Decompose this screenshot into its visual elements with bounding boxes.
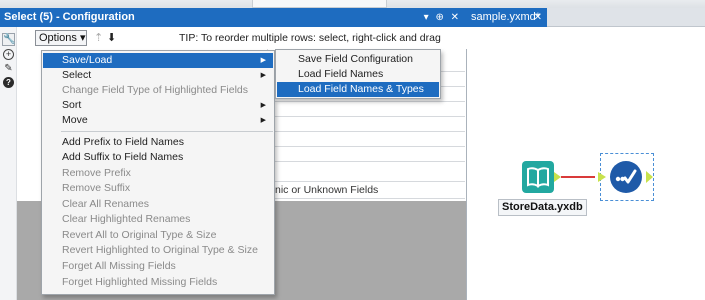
menu-item-save-load[interactable]: Save/Load ▶ [43,53,273,68]
input-tool-label: StoreData.yxdb [498,199,587,216]
submenu-item-save-field-configuration[interactable]: Save Field Configuration [277,52,439,67]
unknown-fields-row-text[interactable]: nic or Unknown Fields [275,184,378,196]
menu-item-label: Move [62,114,88,126]
menu-item-sort[interactable]: Sort ▶ [43,98,273,113]
submenu-arrow-icon: ▶ [260,117,266,124]
menu-item-label: Save/Load [62,54,113,66]
menu-item-label: Clear Highlighted Renames [62,213,191,225]
menu-item-label: Clear All Renames [62,198,149,210]
menu-item-label: Add Suffix to Field Names [62,151,184,163]
menu-separator [61,131,273,132]
input-data-tool[interactable] [522,161,554,193]
output-anchor[interactable] [554,172,561,182]
close-icon[interactable]: ✕ [534,8,542,27]
submenu-item-load-field-names-types[interactable]: Load Field Names & Types [277,82,439,97]
title-bar-controls[interactable]: ▾ ⊕ ✕ [424,8,461,27]
menu-item-add-prefix[interactable]: Add Prefix to Field Names [43,135,273,150]
menu-item-label: Forget Highlighted Missing Fields [62,276,218,288]
config-side-toolbar: 🔧 + ✎ ? [0,27,17,300]
menu-item-forget-highlighted-missing[interactable]: Forget Highlighted Missing Fields [43,275,273,290]
select-tool[interactable] [610,161,642,193]
options-toolbar: Options ▾ ⇡ ⬇ TIP: To reorder multiple r… [17,27,467,49]
menu-item-label: Remove Prefix [62,167,131,179]
select-check-icon [615,169,637,184]
config-title-bar: Select (5) - Configuration ▾ ⊕ ✕ [0,8,467,27]
background-window-strip [0,0,705,8]
move-up-icon[interactable]: ⇡ [94,30,103,46]
document-tab-strip: sample.yxmd* ✕ [467,8,705,27]
grid-row-line [267,146,465,147]
menu-item-revert-highlighted-type-size[interactable]: Revert Highlighted to Original Type & Si… [43,243,273,258]
submenu-arrow-icon: ▶ [260,57,266,64]
grid-row-line [267,161,465,162]
tag-icon[interactable]: ✎ [3,63,14,74]
reorder-tip: TIP: To reorder multiple rows: select, r… [179,32,441,44]
connection-line[interactable] [561,176,595,178]
grid-row-line [267,198,465,199]
workflow-canvas[interactable]: sample.yxmd* ✕ StoreData.yxdb [467,8,705,300]
grid-row-line [267,131,465,132]
tab-sample-yxmd[interactable]: sample.yxmd* ✕ [467,8,547,27]
submenu-arrow-icon: ▶ [260,72,266,79]
wrench-icon[interactable]: 🔧 [2,33,15,46]
menu-item-change-field-type[interactable]: Change Field Type of Highlighted Fields [43,83,273,98]
menu-item-forget-all-missing[interactable]: Forget All Missing Fields [43,259,273,274]
background-window-tab [252,0,387,8]
tab-label: sample.yxmd* [471,11,541,23]
config-title: Select (5) - Configuration [4,11,135,23]
menu-item-revert-all-type-size[interactable]: Revert All to Original Type & Size [43,228,273,243]
move-down-icon[interactable]: ⬇ [107,30,116,46]
options-menu: Save/Load ▶ Select ▶ Change Field Type o… [41,50,275,295]
menu-item-remove-prefix[interactable]: Remove Prefix [43,166,273,181]
menu-item-label: Revert All to Original Type & Size [62,229,217,241]
menu-item-label: Add Prefix to Field Names [62,136,184,148]
menu-item-label: Remove Suffix [62,182,131,194]
menu-item-remove-suffix[interactable]: Remove Suffix [43,181,273,196]
submenu-item-load-field-names[interactable]: Load Field Names [277,67,439,82]
grid-row-line [267,101,465,102]
help-icon[interactable]: ? [3,77,14,88]
menu-item-select[interactable]: Select ▶ [43,68,273,83]
menu-item-label: Sort [62,99,82,111]
options-dropdown-button[interactable]: Options ▾ [35,30,87,46]
book-icon [527,167,549,188]
menu-item-add-suffix[interactable]: Add Suffix to Field Names [43,150,273,165]
menu-item-move[interactable]: Move ▶ [43,113,273,128]
grid-row-line [267,181,465,182]
submenu-arrow-icon: ▶ [260,102,266,109]
menu-item-label: Select [62,69,92,81]
menu-item-label: Forget All Missing Fields [62,260,176,272]
menu-item-label: Revert Highlighted to Original Type & Si… [62,244,258,256]
menu-item-clear-highlighted-renames[interactable]: Clear Highlighted Renames [43,212,273,227]
grid-row-line [267,116,465,117]
menu-item-label: Change Field Type of Highlighted Fields [62,84,249,96]
annotation-icon[interactable]: + [3,49,14,60]
save-load-submenu: Save Field Configuration Load Field Name… [275,49,441,99]
menu-item-clear-all-renames[interactable]: Clear All Renames [43,197,273,212]
